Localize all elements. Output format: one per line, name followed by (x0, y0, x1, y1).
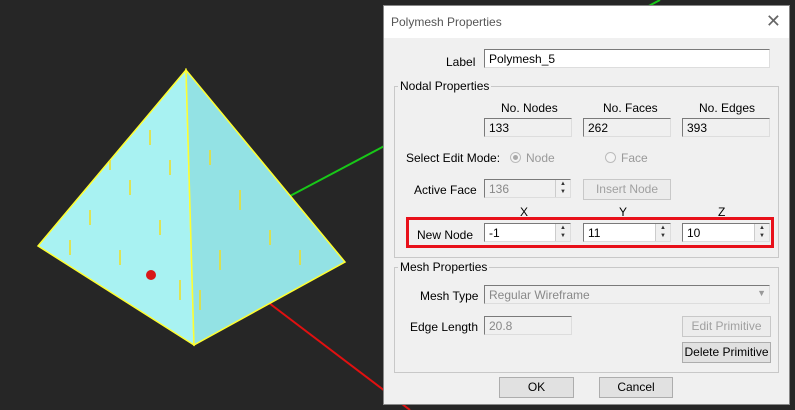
mode-face-radio[interactable]: Face (605, 151, 648, 165)
faces-header: No. Faces (603, 101, 658, 115)
y-value: 11 (588, 226, 601, 240)
spinner-arrows-icon[interactable]: ▲ ▼ (754, 224, 769, 241)
selected-node-marker[interactable] (146, 270, 156, 280)
active-face-value: 136 (489, 182, 510, 196)
mesh-type-label: Mesh Type (420, 289, 479, 303)
pyramid-left-face[interactable] (36, 68, 195, 347)
cancel-button[interactable]: Cancel (599, 377, 673, 398)
edit-mode-label: Select Edit Mode: (406, 151, 501, 165)
label-caption: Label (446, 55, 476, 69)
new-node-label: New Node (417, 228, 474, 242)
x-value: -1 (489, 226, 500, 240)
ok-button[interactable]: OK (499, 377, 574, 398)
edit-primitive-button[interactable]: Edit Primitive (682, 316, 771, 337)
edges-header: No. Edges (699, 101, 756, 115)
polymesh-properties-dialog: Polymesh Properties ✕ Label Polymesh_5 N… (383, 5, 790, 405)
mode-node-label: Node (526, 151, 555, 165)
faces-count: 262 (583, 118, 671, 137)
new-node-y-spinner[interactable]: 11 ▲ ▼ (583, 223, 671, 242)
new-node-x-spinner[interactable]: -1 ▲ ▼ (484, 223, 571, 242)
nodes-count: 133 (484, 118, 572, 137)
z-value: 10 (687, 226, 701, 240)
radio-selected-icon (510, 152, 521, 163)
title-bar[interactable]: Polymesh Properties ✕ (384, 6, 789, 38)
mesh-type-select[interactable]: Regular Wireframe ▼ (484, 285, 770, 304)
nodal-properties-title: Nodal Properties (398, 79, 492, 93)
dialog-title: Polymesh Properties (391, 15, 502, 29)
nodes-header: No. Nodes (501, 101, 558, 115)
mode-face-label: Face (621, 151, 648, 165)
mode-node-radio[interactable]: Node (510, 151, 555, 165)
delete-primitive-button[interactable]: Delete Primitive (682, 342, 771, 363)
mesh-properties-title: Mesh Properties (398, 260, 490, 274)
active-face-label: Active Face (414, 183, 477, 197)
chevron-down-icon: ▼ (757, 288, 766, 298)
new-node-z-spinner[interactable]: 10 ▲ ▼ (682, 223, 770, 242)
active-face-spinner[interactable]: 136 ▲ ▼ (484, 179, 571, 198)
mesh-type-value: Regular Wireframe (489, 288, 590, 302)
insert-node-button[interactable]: Insert Node (583, 179, 671, 200)
close-icon[interactable]: ✕ (766, 11, 781, 32)
edge-length-label: Edge Length (410, 320, 479, 334)
spinner-arrows-icon[interactable]: ▲ ▼ (555, 180, 570, 197)
radio-empty-icon (605, 152, 616, 163)
edge-length-field: 20.8 (484, 316, 572, 335)
spinner-arrows-icon[interactable]: ▲ ▼ (555, 224, 570, 241)
label-input[interactable]: Polymesh_5 (484, 49, 770, 68)
spinner-arrows-icon[interactable]: ▲ ▼ (655, 224, 670, 241)
pyramid-right-face[interactable] (185, 67, 347, 347)
edges-count: 393 (682, 118, 770, 137)
